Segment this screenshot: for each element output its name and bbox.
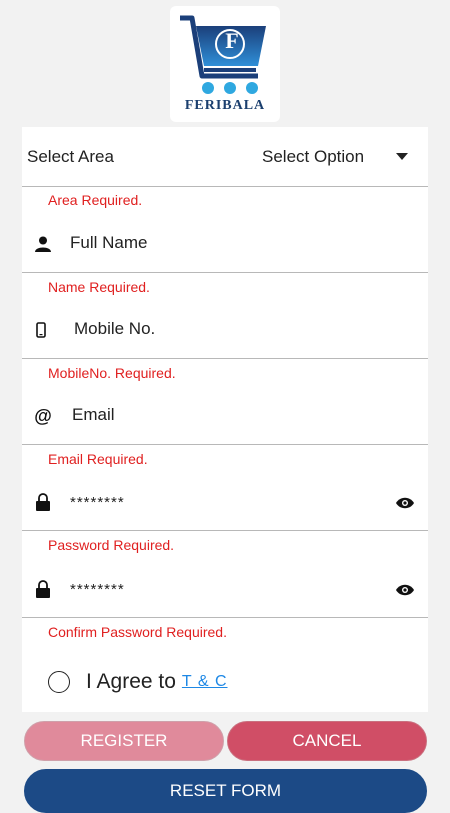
agree-row: I Agree to T & C — [48, 670, 228, 694]
lock-icon — [32, 491, 54, 513]
mobile-error: MobileNo. Required. — [48, 365, 176, 381]
area-error: Area Required. — [48, 192, 143, 208]
password-error: Password Required. — [48, 537, 175, 553]
terms-link[interactable]: T & C — [182, 673, 228, 691]
email-error: Email Required. — [48, 451, 148, 467]
at-icon: @ — [34, 405, 52, 426]
register-button[interactable]: REGISTER — [24, 721, 224, 761]
name-error: Name Required. — [48, 279, 150, 295]
mobile-row — [22, 302, 428, 359]
brand-name: FERIBALA — [184, 98, 266, 113]
area-select-label: Select Area — [27, 147, 114, 166]
eye-icon[interactable] — [396, 583, 414, 596]
confirm-password-input[interactable]: ******** — [70, 581, 125, 598]
cancel-button[interactable]: CANCEL — [227, 721, 427, 761]
mobile-input[interactable] — [74, 319, 394, 339]
full-name-input[interactable] — [70, 233, 390, 253]
confirm-password-error: Confirm Password Required. — [48, 624, 227, 640]
area-select[interactable]: Select Area Select Option — [22, 128, 428, 187]
dropdown-caret-icon[interactable] — [396, 153, 408, 160]
agree-text: I Agree to — [86, 670, 176, 693]
password-row: ******** — [22, 474, 428, 531]
email-row: @ — [22, 388, 428, 445]
app-logo: F FERIBALA — [170, 6, 280, 122]
confirm-password-row: ******** — [22, 561, 428, 618]
phone-icon — [30, 319, 52, 341]
eye-icon[interactable] — [396, 496, 414, 509]
full-name-row — [22, 216, 428, 273]
person-icon — [32, 233, 54, 255]
password-input[interactable]: ******** — [70, 494, 125, 511]
area-select-value[interactable]: Select Option — [262, 147, 364, 167]
lock-icon — [32, 578, 54, 600]
email-input[interactable] — [72, 405, 392, 425]
cart-logo-icon — [180, 15, 266, 94]
agree-radio[interactable] — [48, 671, 70, 693]
reset-form-button[interactable]: RESET FORM — [24, 769, 427, 813]
logo-letter: F — [225, 28, 239, 53]
